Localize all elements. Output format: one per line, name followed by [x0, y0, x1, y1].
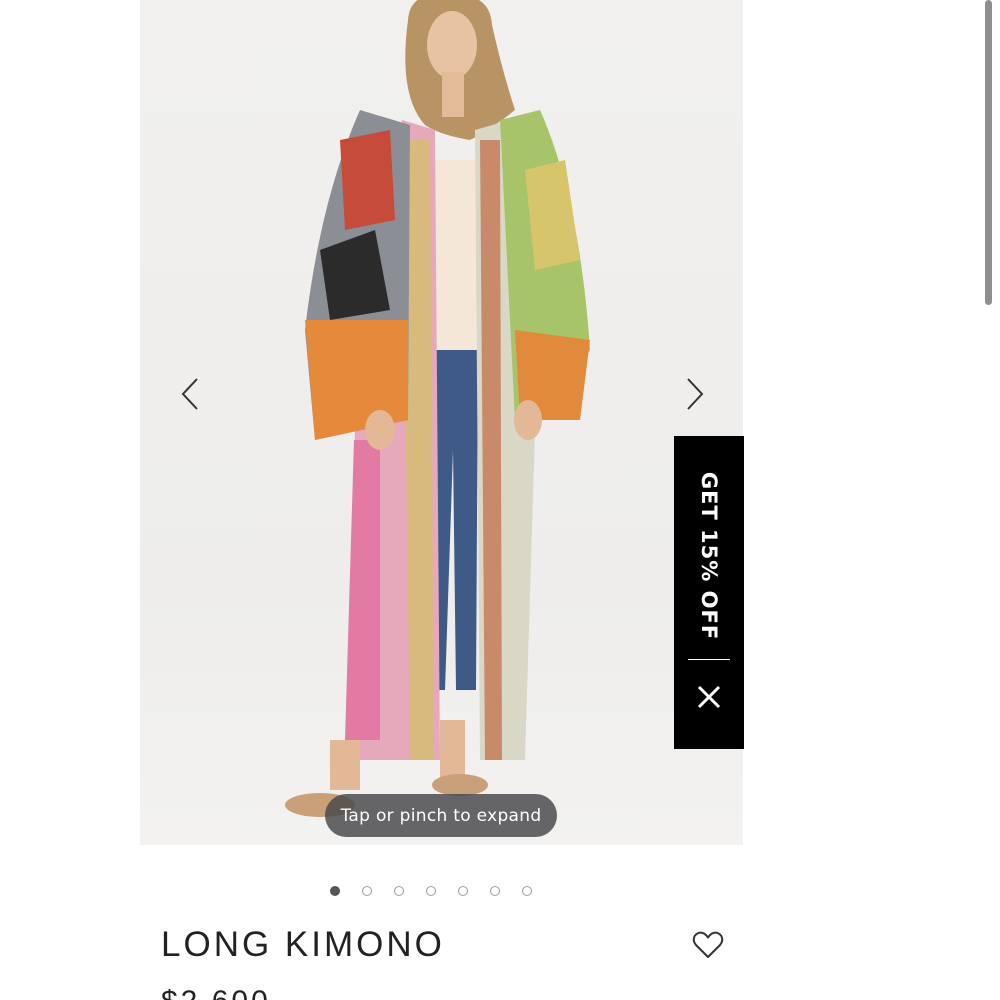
carousel-dot[interactable] — [458, 886, 468, 896]
carousel-dot[interactable] — [426, 886, 436, 896]
product-price: $2,600 — [161, 985, 271, 1000]
close-icon[interactable] — [694, 682, 724, 712]
product-page: Tap or pinch to expand GET 15% OFF LONG … — [0, 0, 1000, 1000]
carousel-dot[interactable] — [394, 886, 404, 896]
chevron-right-icon — [687, 378, 704, 410]
promo-tab[interactable]: GET 15% OFF — [674, 436, 744, 749]
kimono-photo — [285, 0, 590, 817]
promo-label-wrap[interactable]: GET 15% OFF — [674, 436, 744, 676]
heart-icon[interactable] — [692, 929, 724, 961]
next-image-button[interactable] — [675, 374, 715, 414]
previous-image-button[interactable] — [170, 374, 210, 414]
promo-label[interactable]: GET 15% OFF — [697, 472, 721, 640]
product-image[interactable]: Tap or pinch to expand — [140, 0, 743, 845]
promo-divider — [688, 659, 730, 660]
carousel-dots — [330, 884, 532, 898]
carousel-dot[interactable] — [362, 886, 372, 896]
carousel-dot[interactable] — [490, 886, 500, 896]
carousel-dot[interactable] — [522, 886, 532, 896]
carousel-dot[interactable] — [330, 886, 340, 896]
page-scrollbar[interactable] — [985, 0, 992, 305]
expand-hint: Tap or pinch to expand — [325, 794, 557, 837]
product-title: LONG KIMONO — [161, 925, 445, 964]
chevron-left-icon — [181, 378, 198, 410]
